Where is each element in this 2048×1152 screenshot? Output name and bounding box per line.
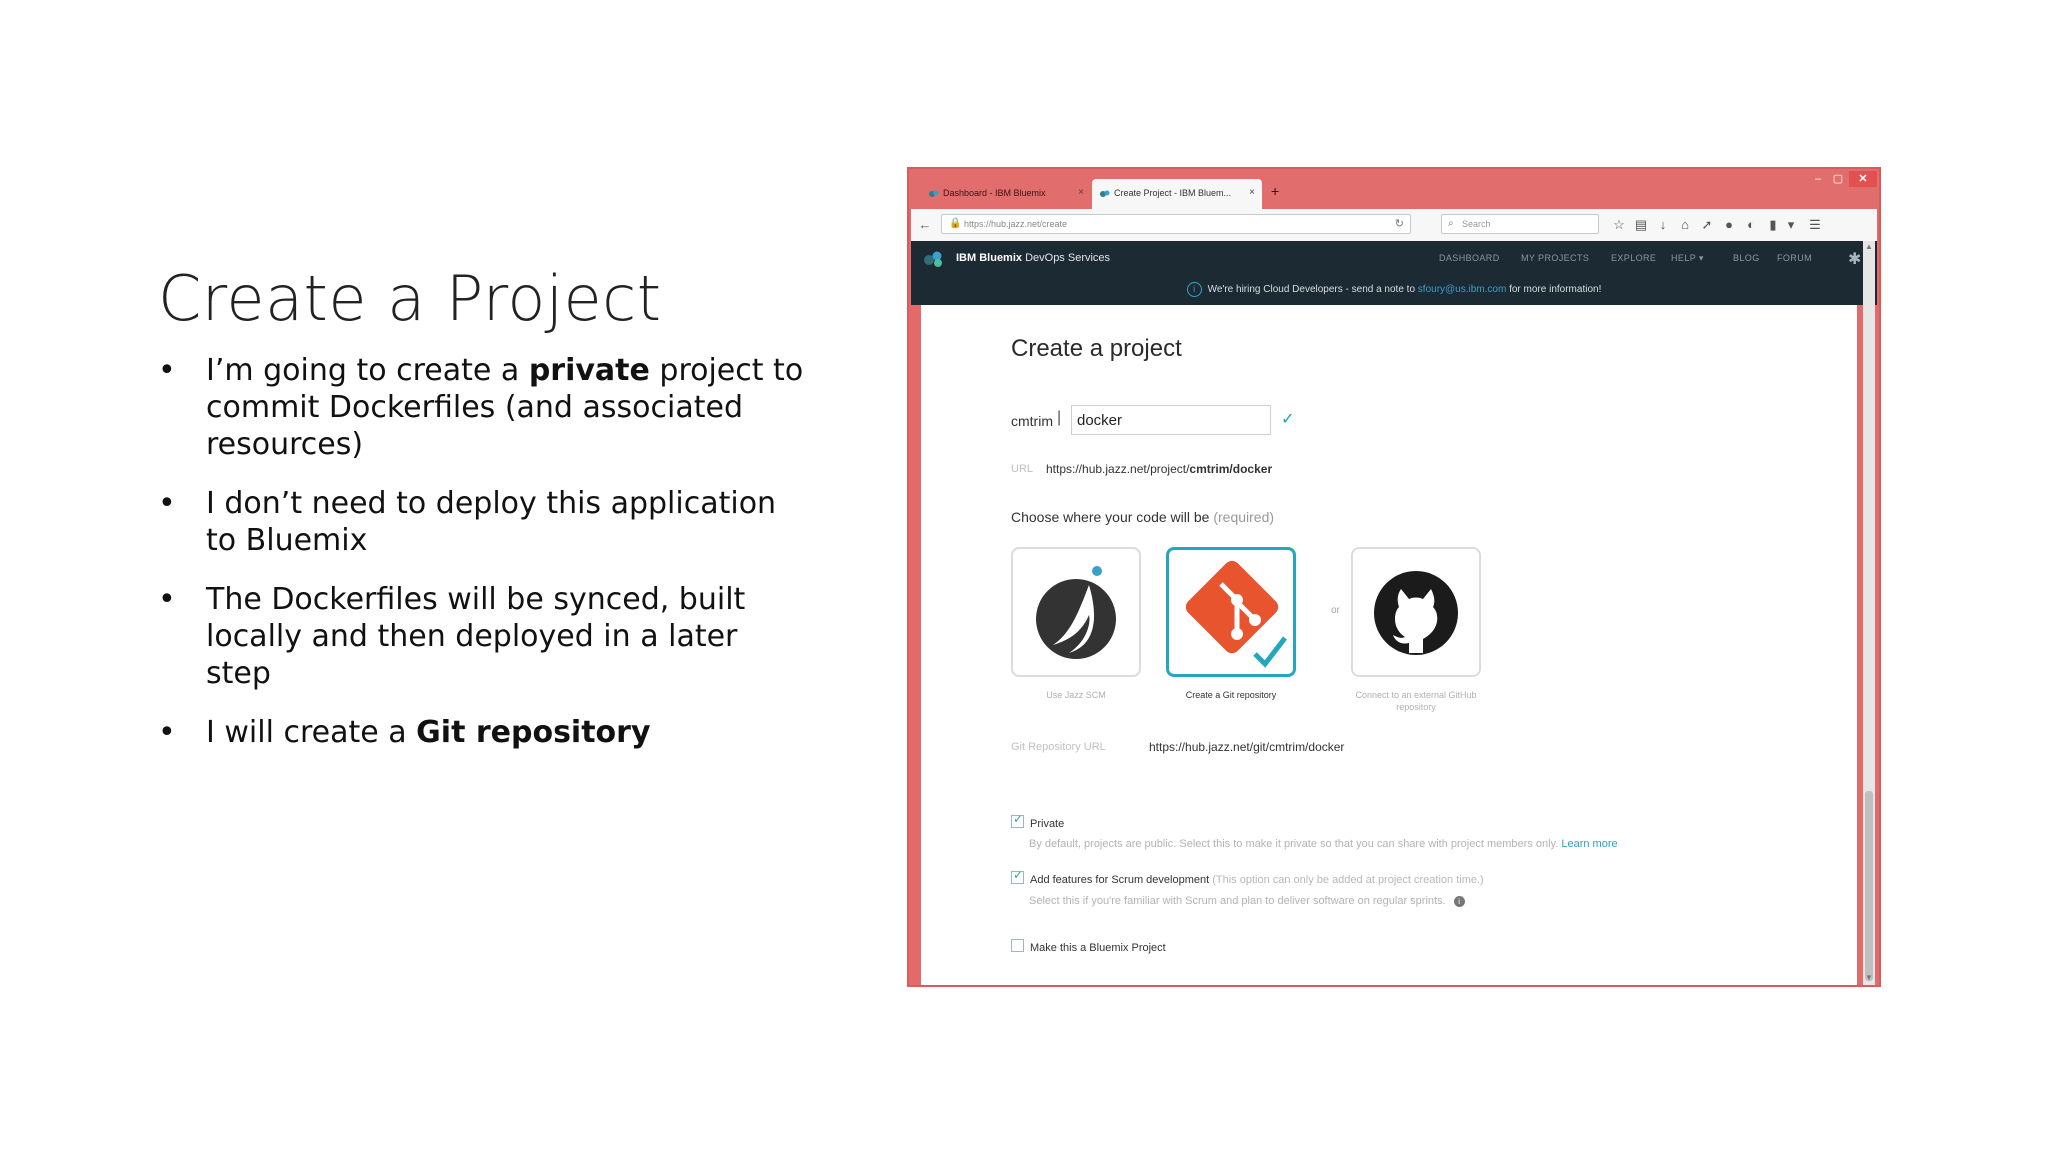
clipboard-icon[interactable]: ▤: [1633, 217, 1649, 233]
option-git[interactable]: [1166, 547, 1296, 677]
scroll-thumb[interactable]: [1865, 791, 1873, 981]
minimize-button[interactable]: –: [1809, 171, 1827, 187]
url-bar[interactable]: 🔒 https://hub.jazz.net/create ↻: [941, 214, 1411, 234]
new-tab-icon[interactable]: +: [1271, 183, 1279, 199]
info-icon: i: [1186, 281, 1202, 297]
private-checkbox[interactable]: ✓: [1011, 812, 1024, 828]
battery-icon[interactable]: ▮: [1765, 217, 1781, 233]
scrum-checkbox[interactable]: ✓: [1011, 868, 1024, 884]
bullet-item: I will create a Git repository: [158, 714, 808, 751]
bluemix-favicon-icon: [929, 190, 939, 197]
hiring-notice: i We're hiring Cloud Developers - send a …: [911, 275, 1877, 305]
nav-blog[interactable]: BLOG: [1733, 253, 1760, 263]
home-icon[interactable]: ⌂: [1677, 217, 1693, 233]
bullet-item: I don’t need to deploy this application …: [158, 485, 808, 559]
git-icon: [1185, 560, 1289, 671]
close-tab-icon[interactable]: ×: [1249, 187, 1255, 198]
nav-explore[interactable]: EXPLORE: [1611, 253, 1656, 263]
bluemix-favicon-icon: [1100, 190, 1110, 197]
private-checkbox-row[interactable]: ✓ Private: [1011, 812, 1064, 830]
project-url: https://hub.jazz.net/project/cmtrim/dock…: [1046, 462, 1273, 476]
scroll-down-icon[interactable]: ▼: [1865, 973, 1873, 982]
scrum-checkbox-row[interactable]: ✓ Add features for Scrum development (Thi…: [1011, 868, 1484, 886]
bookmark-star-icon[interactable]: ☆: [1611, 217, 1627, 233]
title-bar: Dashboard - IBM Bluemix × Create Project…: [909, 169, 1879, 209]
bluemix-brand[interactable]: IBM Bluemix DevOps Services: [956, 252, 1110, 264]
page-title: Create a project: [1011, 335, 1182, 362]
download-icon[interactable]: ↓: [1655, 217, 1671, 233]
bluemix-navbar: IBM Bluemix DevOps Services DASHBOARD MY…: [911, 241, 1877, 275]
url-label: URL: [1011, 463, 1034, 475]
project-name-input[interactable]: docker: [1071, 405, 1271, 435]
or-label: or: [1331, 605, 1340, 616]
valid-check-icon: ✓: [1281, 411, 1295, 428]
bullet-item: The Dockerfiles will be synced, built lo…: [158, 581, 808, 692]
option-github-label: Connect to an external GitHub repository: [1355, 690, 1477, 712]
search-icon: ⌕: [1448, 218, 1454, 229]
dropdown-arrow-icon[interactable]: ▾: [1783, 217, 1799, 233]
info-icon[interactable]: i: [1453, 896, 1465, 907]
nav-forum[interactable]: FORUM: [1777, 253, 1812, 263]
page-scrollbar[interactable]: ▲ ▼: [1863, 241, 1875, 985]
git-url-label: Git Repository URL: [1011, 741, 1106, 753]
scroll-up-icon[interactable]: ▲: [1865, 242, 1873, 251]
bluemix-project-checkbox-row[interactable]: Make this a Bluemix Project: [1011, 939, 1166, 954]
page-content: Create a project cmtrim | docker ✓ URL h…: [921, 305, 1857, 985]
back-arrow-icon[interactable]: ←: [917, 217, 933, 233]
slide-title: Create a Project: [158, 262, 662, 335]
browser-window: Dashboard - IBM Bluemix × Create Project…: [907, 167, 1881, 987]
chat-icon[interactable]: ●: [1721, 217, 1737, 233]
nav-my-projects[interactable]: MY PROJECTS: [1521, 253, 1589, 263]
user-avatar-icon[interactable]: ✱: [1848, 249, 1861, 269]
owner-separator: |: [1057, 409, 1062, 426]
notice-email-link[interactable]: sfoury@us.ibm.com: [1418, 284, 1507, 295]
nav-dashboard[interactable]: DASHBOARD: [1439, 253, 1500, 263]
option-jazz-scm-label: Use Jazz SCM: [1046, 690, 1106, 700]
github-icon: [1374, 571, 1458, 655]
project-owner: cmtrim: [1011, 413, 1053, 429]
bullet-list: I’m going to create a private project to…: [158, 352, 808, 773]
close-window-button[interactable]: ✕: [1849, 171, 1877, 187]
tab-dashboard[interactable]: Dashboard - IBM Bluemix ×: [921, 179, 1091, 209]
reload-icon[interactable]: ↻: [1395, 217, 1404, 230]
git-url: https://hub.jazz.net/git/cmtrim/docker: [1149, 740, 1345, 754]
extension-icon[interactable]: ◐: [1743, 217, 1759, 233]
search-input[interactable]: ⌕ Search: [1441, 214, 1599, 234]
nav-help[interactable]: HELP ▾: [1671, 253, 1704, 264]
option-github[interactable]: [1351, 547, 1481, 677]
option-git-label: Create a Git repository: [1185, 690, 1277, 700]
option-jazz-scm[interactable]: [1011, 547, 1141, 677]
send-icon[interactable]: ➚: [1699, 217, 1715, 233]
bullet-item: I’m going to create a private project to…: [158, 352, 808, 463]
private-description: By default, projects are public. Select …: [1029, 838, 1618, 850]
browser-toolbar: ← 🔒 https://hub.jazz.net/create ↻ ⌕ Sear…: [911, 209, 1877, 242]
check-icon: ✓: [1013, 868, 1024, 882]
tab-create-project[interactable]: Create Project - IBM Bluem... ×: [1092, 179, 1262, 209]
choose-location-label: Choose where your code will be (required…: [1011, 509, 1275, 525]
lock-icon: 🔒: [949, 218, 962, 229]
check-icon: ✓: [1013, 812, 1024, 826]
menu-icon[interactable]: ☰: [1807, 217, 1823, 233]
close-tab-icon[interactable]: ×: [1078, 187, 1084, 198]
jazz-scm-icon: [1036, 566, 1116, 659]
learn-more-link[interactable]: Learn more: [1561, 838, 1617, 850]
bluemix-logo-icon: [924, 251, 942, 267]
bluemix-project-checkbox[interactable]: [1011, 939, 1024, 952]
scrum-description: Select this if you're familiar with Scru…: [1029, 895, 1465, 907]
maximize-button[interactable]: ▢: [1829, 171, 1847, 187]
